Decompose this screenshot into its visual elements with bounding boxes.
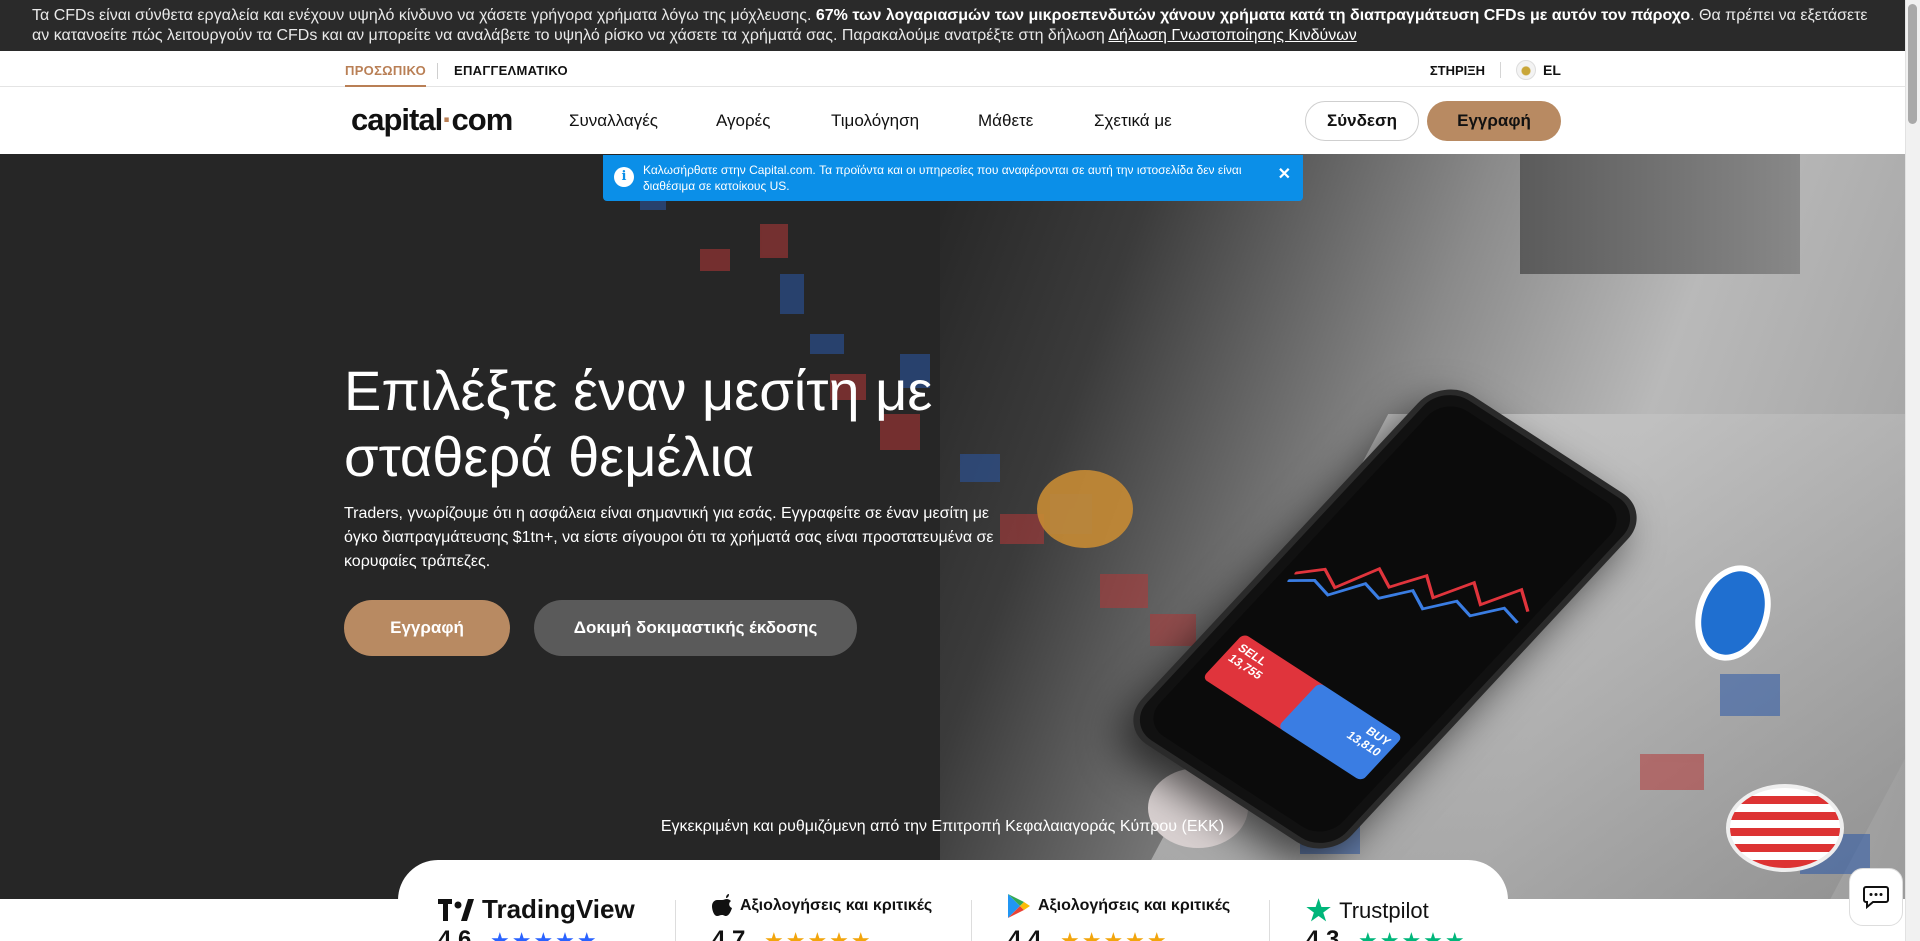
chat-icon	[1863, 886, 1889, 909]
hero-headline: Επιλέξτε έναν μεσίτη με σταθερά θεμέλια	[344, 359, 933, 488]
rating-divider	[971, 900, 972, 941]
language-divider	[1500, 62, 1501, 78]
tab-divider	[437, 63, 438, 79]
logo-text-a: capital	[351, 102, 443, 137]
tab-professional[interactable]: ΕΠΑΓΓΕΛΜΑΤΙΚΟ	[454, 63, 568, 78]
page-scrollbar[interactable]	[1905, 0, 1920, 941]
google-stars: ★★★★★	[1060, 928, 1169, 941]
apple-icon	[712, 894, 732, 916]
nav-item-markets[interactable]: Αγορές	[716, 111, 770, 131]
hero-signup-button[interactable]: Εγγραφή	[344, 600, 510, 656]
nav-item-trading[interactable]: Συναλλαγές	[569, 111, 658, 131]
tab-personal[interactable]: ΠΡΟΣΩΠΙΚΟ	[345, 63, 426, 87]
trustpilot-name: Trustpilot	[1339, 897, 1429, 923]
google-play-rating[interactable]: Αξιολογήσεις και κριτικές	[1008, 894, 1230, 918]
hero-subtitle: Traders, γνωρίζουμε ότι η ασφάλεια είναι…	[344, 505, 994, 570]
apple-stars: ★★★★★	[764, 928, 873, 941]
trustpilot-rating[interactable]: ★ Trustpilot	[1306, 894, 1429, 927]
login-button[interactable]: Σύνδεση	[1305, 101, 1419, 141]
logo-text-b: com	[451, 102, 514, 137]
us-availability-notice: i Καλωσήρθατε στην Capital.com. Τα προϊό…	[603, 155, 1303, 201]
risk-text-start: Τα CFDs είναι σύνθετα εργαλεία και ενέχο…	[32, 7, 816, 24]
rating-divider	[675, 900, 676, 941]
cyprus-flag-icon	[1516, 60, 1536, 80]
info-icon: i	[614, 167, 634, 187]
tradingview-stars: ★★★★★	[490, 928, 599, 941]
hero-section: SELL 13,755 BUY 13,810 Επιλέξτε έναν μεσ…	[0, 154, 1905, 899]
rating-divider	[1269, 900, 1270, 941]
chat-button[interactable]	[1849, 868, 1903, 926]
google-score: 4.4	[1008, 926, 1042, 941]
nav-item-about[interactable]: Σχετικά με	[1094, 111, 1172, 131]
capital-com-logo[interactable]: capital·com	[351, 102, 514, 138]
trustpilot-stars: ★★★★★	[1358, 928, 1467, 941]
trustpilot-score: 4.3	[1306, 926, 1340, 941]
ratings-bar: TradingView 4.6 ★★★★★ Αξιολογήσεις και κ…	[398, 860, 1508, 941]
apple-score: 4.7	[712, 926, 746, 941]
risk-disclosure-link[interactable]: Δήλωση Γνωστοποίησης Κινδύνων	[1108, 27, 1356, 44]
main-navigation: capital·com Συναλλαγές Αγορές Τιμολόγηση…	[0, 87, 1905, 154]
try-demo-button[interactable]: Δοκιμή δοκιμαστικής έκδοσης	[534, 600, 857, 656]
nav-item-learn[interactable]: Μάθετε	[978, 111, 1033, 131]
account-type-nav: ΠΡΟΣΩΠΙΚΟ ΕΠΑΓΓΕΛΜΑΤΙΚΟ ΣΤΗΡΙΞΗ EL	[0, 51, 1905, 87]
nav-item-pricing[interactable]: Τιμολόγηση	[831, 111, 919, 131]
trustpilot-star-icon: ★	[1306, 895, 1332, 926]
support-link[interactable]: ΣΤΗΡΙΞΗ	[1430, 63, 1485, 78]
notice-text: Καλωσήρθατε στην Capital.com. Τα προϊόντ…	[643, 163, 1242, 193]
apple-rating[interactable]: Αξιολογήσεις και κριτικές	[712, 894, 932, 918]
tradingview-logo-icon	[438, 898, 474, 921]
apple-rating-label: Αξιολογήσεις και κριτικές	[740, 897, 933, 914]
google-play-icon	[1008, 894, 1030, 918]
regulation-statement: Εγκεκριμένη και ρυθμιζόμενη από την Επιτ…	[660, 818, 1225, 835]
bitcoin-coin-icon	[1037, 470, 1133, 548]
risk-text-bold: 67% των λογαριασμών των μικροεπενδυτών χ…	[815, 7, 1691, 24]
tradingview-score: 4.6	[438, 926, 472, 941]
logo-dot: ·	[442, 102, 452, 137]
signup-button[interactable]: Εγγραφή	[1427, 101, 1561, 141]
tradingview-rating[interactable]: TradingView	[438, 894, 635, 925]
scrollbar-thumb[interactable]	[1908, 4, 1917, 124]
tradingview-name: TradingView	[482, 894, 635, 924]
close-icon[interactable]: ✕	[1278, 167, 1291, 183]
language-code: EL	[1543, 62, 1561, 78]
risk-warning-banner: Τα CFDs είναι σύνθετα εργαλεία και ενέχο…	[0, 0, 1905, 51]
language-selector[interactable]: EL	[1516, 60, 1561, 80]
google-rating-label: Αξιολογήσεις και κριτικές	[1038, 897, 1231, 914]
